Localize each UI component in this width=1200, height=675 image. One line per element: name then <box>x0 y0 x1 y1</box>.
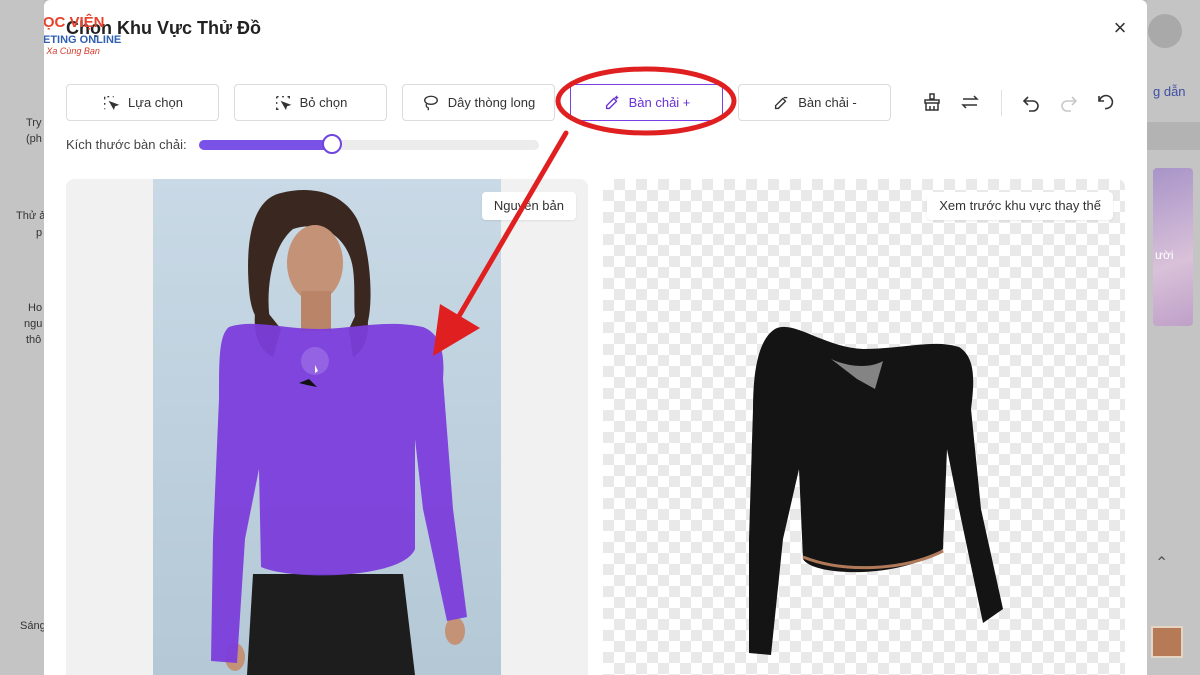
select-sparkle-icon <box>104 95 120 110</box>
brush-size-slider[interactable] <box>199 134 539 154</box>
brush-plus-icon <box>605 95 618 109</box>
model-figure <box>211 190 467 675</box>
lasso-tool-button[interactable]: Dây thòng long <box>402 84 555 121</box>
select-tool-button[interactable]: Lựa chọn <box>66 84 219 121</box>
redo-icon <box>1061 96 1078 112</box>
brush-plus-tool-label: Bàn chải + <box>628 95 691 110</box>
background-right-column: g dẫn ười ⌃ <box>1147 0 1200 675</box>
original-label-tag: Nguyên bản <box>481 192 576 220</box>
brush-size-label: Kích thước bàn chải: <box>66 137 187 152</box>
avatar <box>1148 14 1182 48</box>
bg-text: ngu <box>24 318 43 330</box>
logo-line3: Viện Xa Cùng Bạn <box>44 46 100 56</box>
lasso-tool-label: Dây thòng long <box>447 95 536 110</box>
brush-minus-icon <box>775 96 788 109</box>
brush-size-fill <box>199 140 332 150</box>
deselect-tool-label: Bỏ chọn <box>299 95 348 110</box>
preview-label-tag: Xem trước khu vực thay thế <box>927 192 1113 220</box>
chevron-up-icon: ⌃ <box>1155 555 1169 572</box>
clear-button[interactable] <box>920 90 944 114</box>
bg-band <box>1147 122 1200 150</box>
toolbar-divider <box>1001 90 1002 116</box>
select-tool-label: Lựa chọn <box>128 95 183 110</box>
bg-text: (ph <box>26 133 42 145</box>
close-button[interactable]: × <box>1106 14 1134 42</box>
original-image-panel[interactable]: Nguyên bản <box>66 179 588 675</box>
model-photo <box>153 179 501 675</box>
bg-text: p <box>36 227 43 239</box>
background-sidebar: Try (ph Thử ả p Ho ngu thô Sáng <box>0 0 46 675</box>
swap-icon <box>961 95 979 109</box>
lasso-icon <box>423 95 438 110</box>
deselect-icon <box>275 95 291 110</box>
bg-text: g dẫn <box>1153 84 1186 99</box>
bg-text: Sáng <box>20 620 46 632</box>
preview-shirt <box>749 326 1003 655</box>
bg-text: ười <box>1155 248 1174 262</box>
redo-button[interactable] <box>1057 90 1081 114</box>
bg-text: thô <box>26 334 42 346</box>
reset-button[interactable] <box>1093 90 1117 114</box>
reset-icon <box>1098 94 1114 110</box>
brush-minus-tool-button[interactable]: Bàn chải - <box>738 84 891 121</box>
watermark-logo: HỌC VIỆN MARKETING ONLINE Viện Xa Cùng B… <box>44 12 170 62</box>
app-tile-icon <box>1151 626 1183 658</box>
brush-size-handle[interactable] <box>321 134 342 154</box>
preview-panel: Xem trước khu vực thay thế <box>603 179 1125 675</box>
undo-icon <box>1022 96 1039 112</box>
bg-thumbnail <box>1153 168 1193 326</box>
logo-line2: MARKETING ONLINE <box>44 34 122 46</box>
try-on-area-modal: Chọn Khu Vực Thử Đồ × HỌC VIỆN MARKETING… <box>44 0 1147 675</box>
brush-plus-tool-button[interactable]: Bàn chải + <box>570 84 723 121</box>
swap-button[interactable] <box>958 90 982 114</box>
bg-text: Ho <box>28 302 43 314</box>
logo-line1: HỌC VIỆN <box>44 14 105 31</box>
bg-text: Try <box>26 117 42 129</box>
bg-text: Thử ả <box>16 210 46 222</box>
brush-minus-tool-label: Bàn chải - <box>798 95 857 110</box>
undo-button[interactable] <box>1019 90 1043 114</box>
clear-icon <box>924 93 940 111</box>
deselect-tool-button[interactable]: Bỏ chọn <box>234 84 387 121</box>
